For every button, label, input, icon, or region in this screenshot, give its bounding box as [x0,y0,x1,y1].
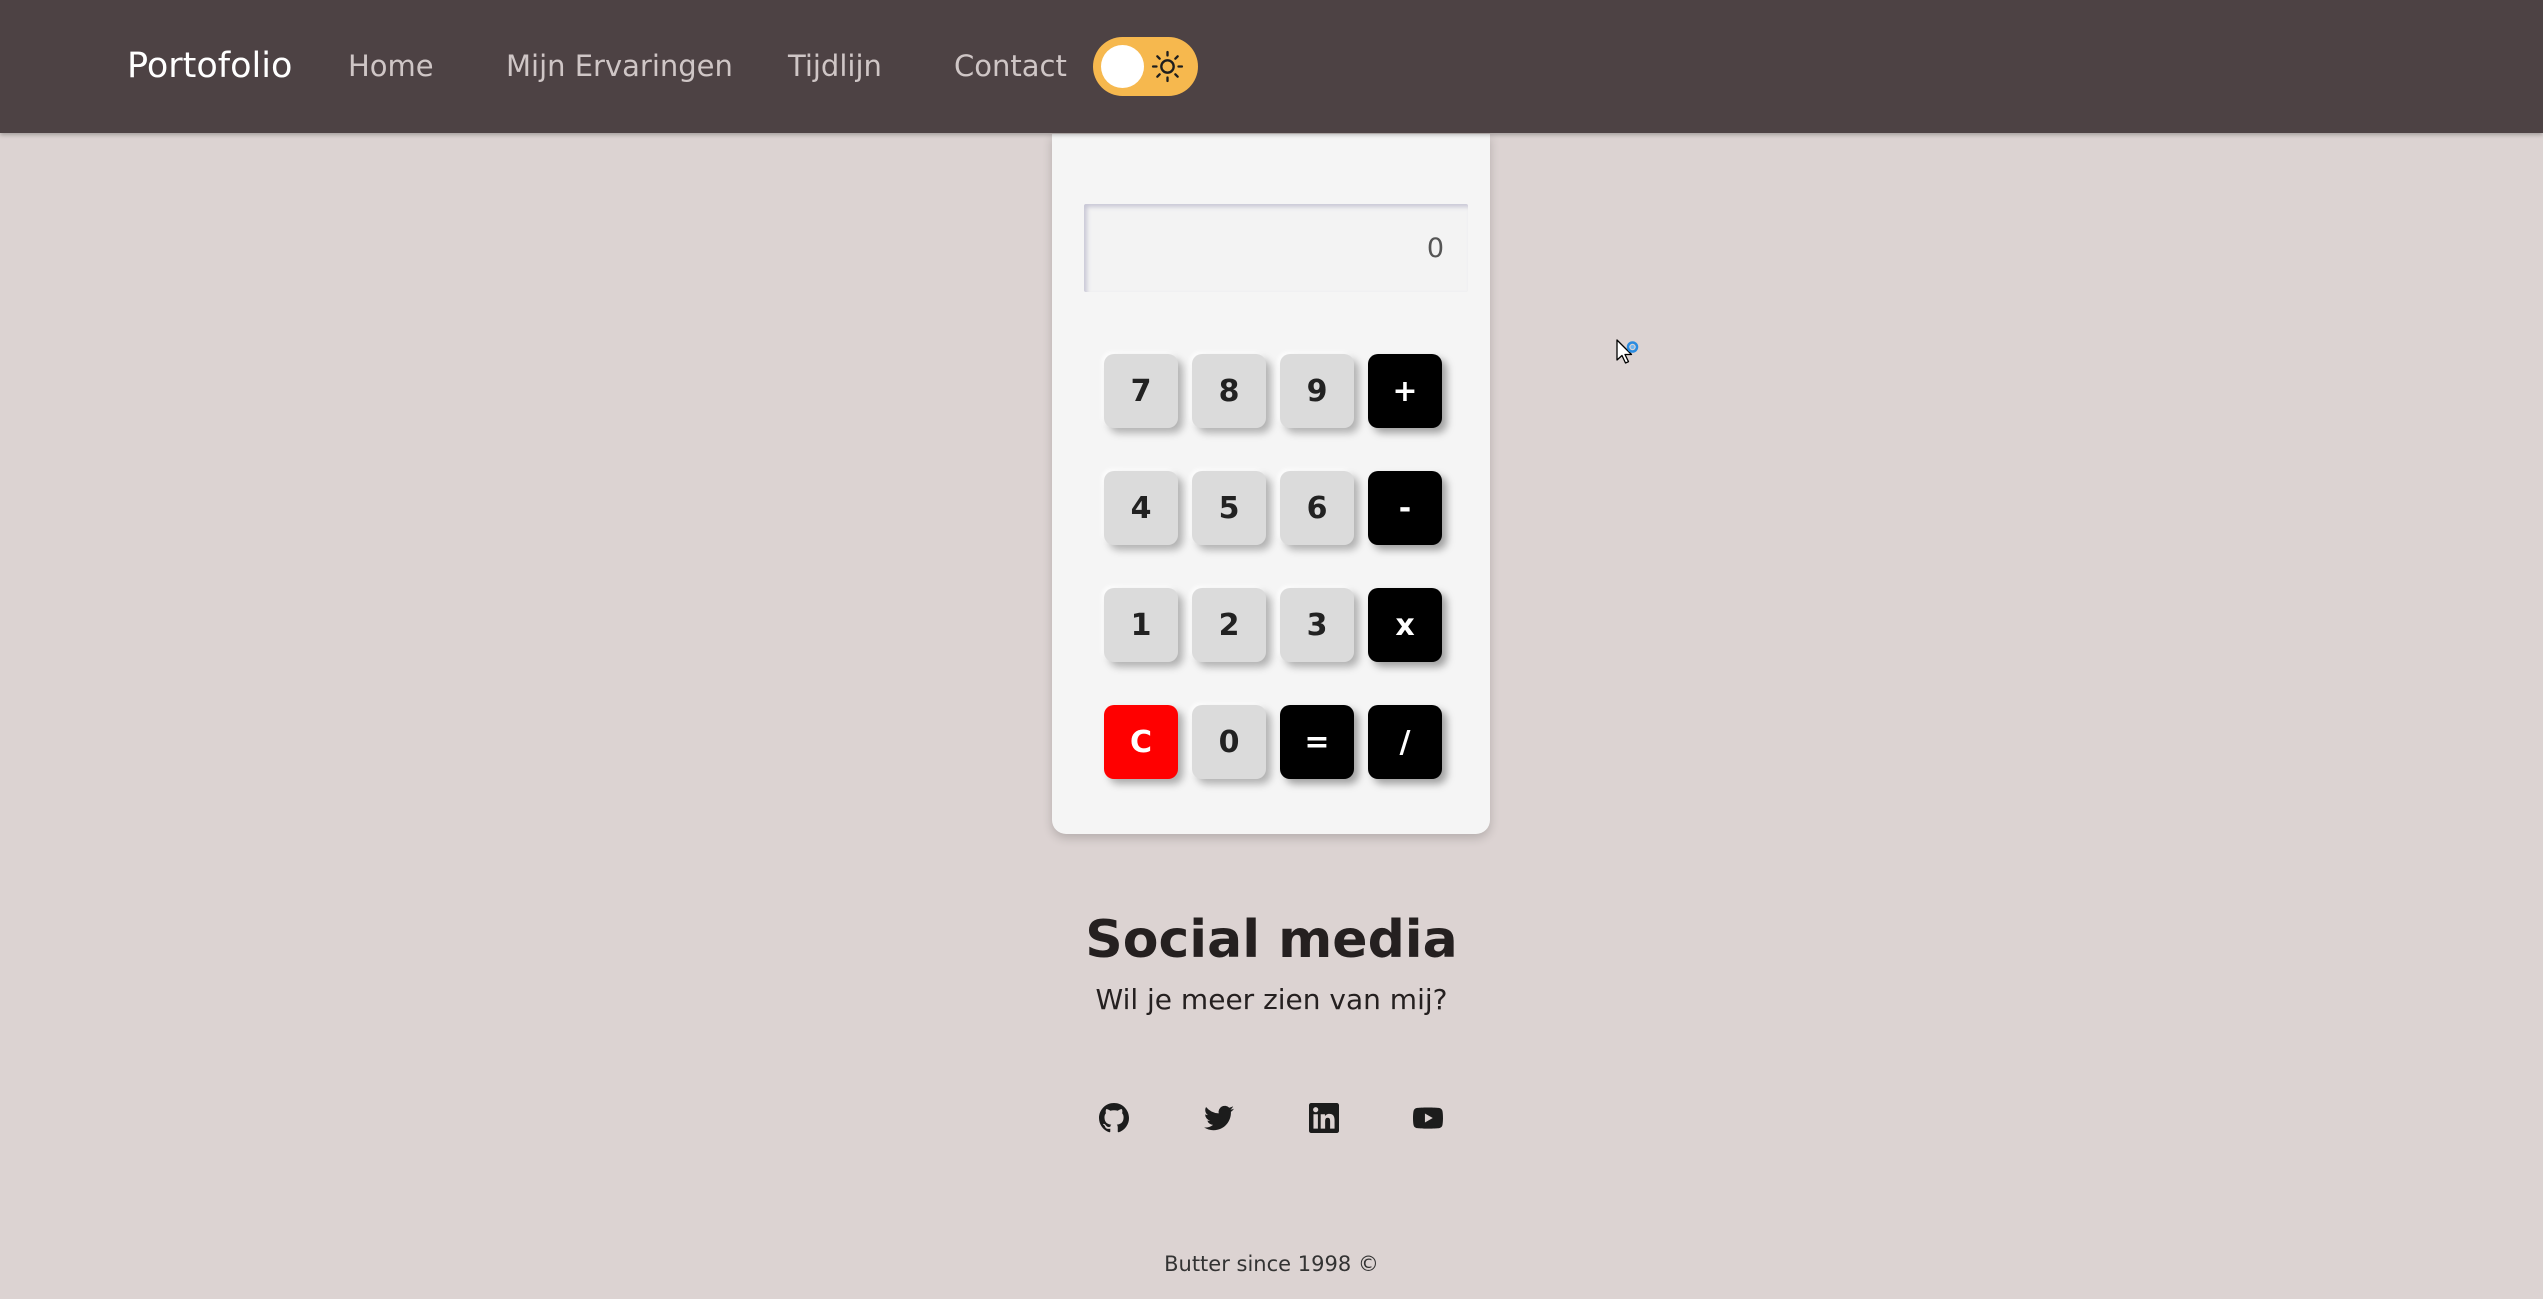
key-clear[interactable]: C [1104,705,1178,779]
youtube-icon[interactable] [1413,1103,1443,1133]
linkedin-icon[interactable] [1309,1103,1339,1133]
toggle-knob [1101,45,1144,88]
mouse-pointer-icon [1616,339,1639,364]
key-3[interactable]: 3 [1280,588,1354,662]
key-2[interactable]: 2 [1192,588,1266,662]
brand-link[interactable]: Portofolio [127,46,292,86]
key-divide[interactable]: / [1368,705,1442,779]
key-minus[interactable]: - [1368,471,1442,545]
key-equals[interactable]: = [1280,705,1354,779]
key-9[interactable]: 9 [1280,354,1354,428]
key-6[interactable]: 6 [1280,471,1354,545]
social-title: Social media [1085,910,1458,970]
nav-link-contact[interactable]: Contact [954,49,1067,83]
key-8[interactable]: 8 [1192,354,1266,428]
social-subtitle: Wil je meer zien van mij? [1095,983,1448,1016]
navbar: Portofolio Home Mijn Ervaringen Tijdlijn… [0,0,2543,133]
nav-link-home[interactable]: Home [348,49,434,83]
key-1[interactable]: 1 [1104,588,1178,662]
sun-icon [1151,50,1184,83]
nav-link-mijn-ervaringen[interactable]: Mijn Ervaringen [506,49,733,83]
github-icon[interactable] [1099,1103,1129,1133]
calculator-display[interactable] [1084,204,1468,292]
theme-toggle[interactable] [1093,37,1198,96]
calculator: 7 8 9 + 4 5 6 - 1 2 3 x C 0 = / [1052,134,1490,834]
key-multiply[interactable]: x [1368,588,1442,662]
key-0[interactable]: 0 [1192,705,1266,779]
nav-link-tijdlijn[interactable]: Tijdlijn [788,49,882,83]
footer-text: Butter since 1998 © [1164,1252,1379,1276]
key-7[interactable]: 7 [1104,354,1178,428]
key-4[interactable]: 4 [1104,471,1178,545]
key-plus[interactable]: + [1368,354,1442,428]
key-5[interactable]: 5 [1192,471,1266,545]
twitter-icon[interactable] [1204,1103,1234,1133]
